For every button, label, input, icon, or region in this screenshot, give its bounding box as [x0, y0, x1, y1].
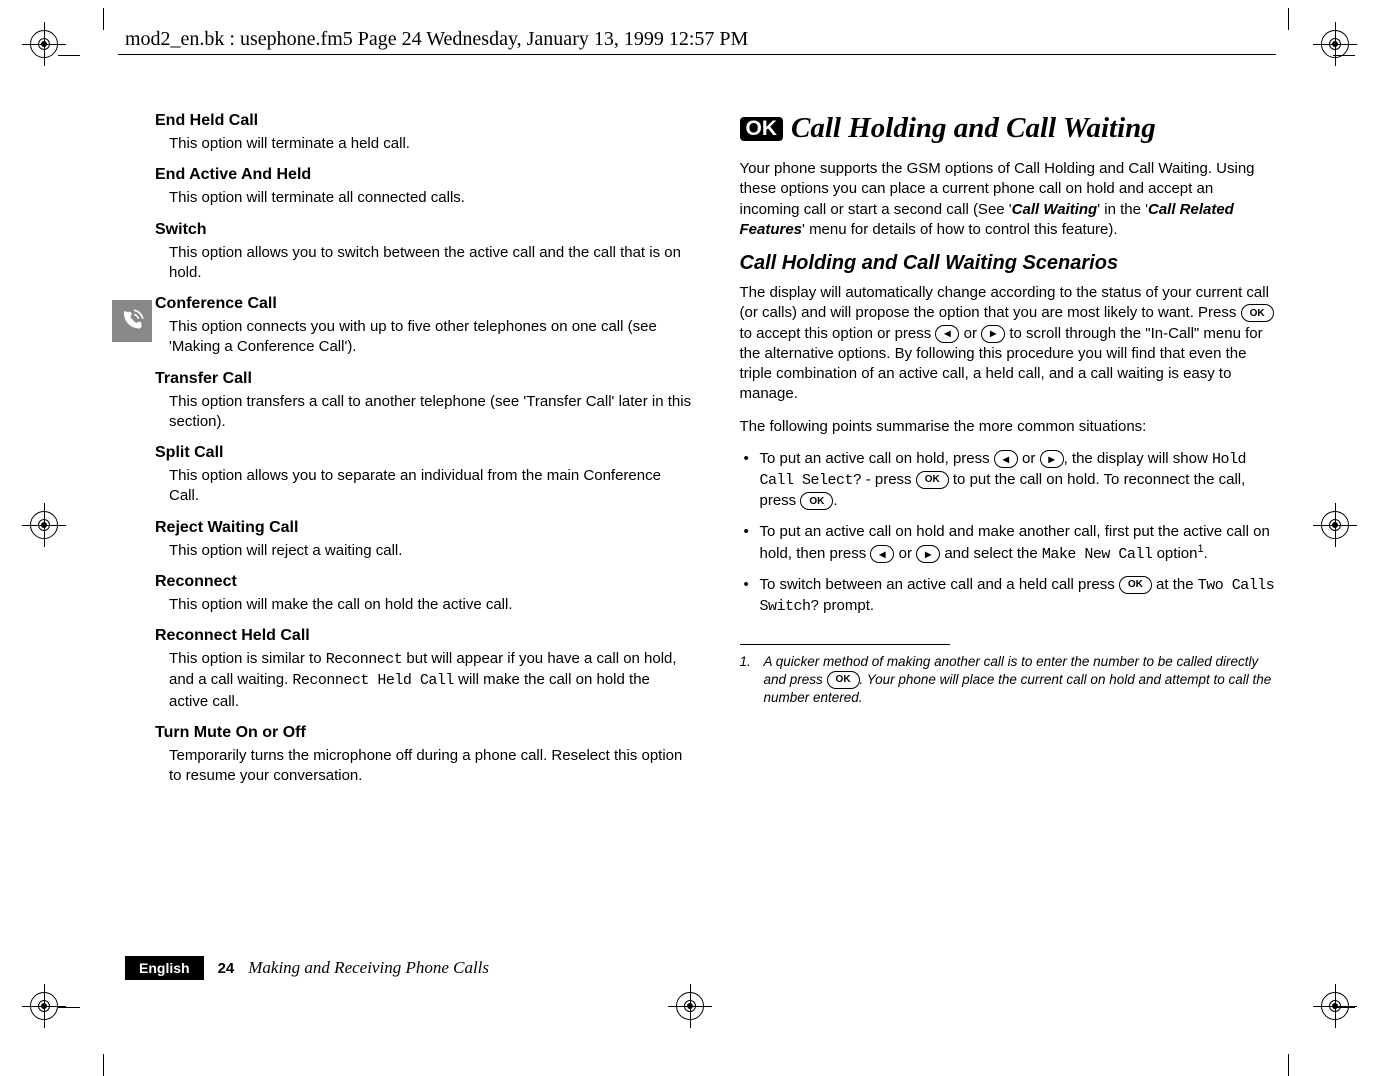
text-conference-call: This option connects you with up to five… [169, 317, 692, 358]
header-rule [118, 54, 1276, 55]
ok-key-icon: OK [800, 492, 833, 510]
ok-key-icon: OK [827, 671, 860, 689]
main-heading-text: Call Holding and Call Waiting [791, 112, 1156, 145]
text: . [833, 492, 837, 509]
footnote-number: 1. [740, 653, 751, 671]
bullet-2: To put an active call on hold and make a… [740, 522, 1277, 566]
text: and select the [940, 545, 1042, 562]
left-key-icon: ◂ [994, 450, 1018, 468]
text: to accept this option or press [740, 325, 936, 342]
crop-mark-bottom-left [30, 992, 70, 1032]
code-make-new-call: Make New Call [1042, 546, 1153, 563]
heading-switch: Switch [155, 221, 692, 239]
language-badge: English [125, 956, 204, 980]
text-reconnect-held: This option is similar to Reconnect but … [169, 649, 692, 712]
heading-end-active-held: End Active And Held [155, 166, 692, 184]
text: or [894, 545, 916, 562]
left-key-icon: ◂ [870, 545, 894, 563]
text-transfer-call: This option transfers a call to another … [169, 392, 692, 433]
ok-key-icon: OK [1119, 576, 1152, 594]
bullet-3: To switch between an active call and a h… [740, 575, 1277, 618]
text: or [959, 325, 981, 342]
text: To switch between an active call and a h… [760, 576, 1119, 593]
sub-heading-scenarios: Call Holding and Call Waiting Scenarios [740, 252, 1277, 275]
code-reconnect: Reconnect [326, 651, 403, 668]
summary-intro: The following points summarise the more … [740, 417, 1277, 437]
text: at the [1152, 576, 1198, 593]
footnote-separator [740, 644, 950, 645]
text: ' menu for details of how to control thi… [802, 221, 1118, 238]
right-key-icon: ▸ [1040, 450, 1064, 468]
heading-end-held-call: End Held Call [155, 112, 692, 130]
heading-conference-call: Conference Call [155, 295, 692, 313]
heading-turn-mute: Turn Mute On or Off [155, 724, 692, 742]
text-switch: This option allows you to switch between… [169, 243, 692, 284]
footnote-1: 1. A quicker method of making another ca… [740, 653, 1277, 708]
right-key-icon: ▸ [916, 545, 940, 563]
heading-transfer-call: Transfer Call [155, 370, 692, 388]
text-end-active-held: This option will terminate all connected… [169, 188, 692, 208]
crop-mark-bottom-mid [676, 992, 716, 1032]
footer-chapter-title: Making and Receiving Phone Calls [248, 958, 489, 978]
ok-badge-icon: OK [740, 117, 784, 141]
main-heading: OK Call Holding and Call Waiting [740, 112, 1277, 145]
crop-mark-top-left [30, 30, 70, 70]
text: The display will automatically change ac… [740, 284, 1269, 321]
bullet-1: To put an active call on hold, press ◂ o… [740, 449, 1277, 512]
text: This option is similar to [169, 650, 326, 667]
scenario-paragraph: The display will automatically change ac… [740, 283, 1277, 405]
text: option [1152, 545, 1197, 562]
page-number: 24 [218, 960, 235, 977]
phone-icon [112, 300, 152, 342]
ok-key-icon: OK [1241, 304, 1274, 322]
text: , the display will show [1064, 450, 1212, 467]
heading-reject-waiting: Reject Waiting Call [155, 519, 692, 537]
heading-reconnect: Reconnect [155, 573, 692, 591]
text: - press [862, 471, 916, 488]
intro-paragraph: Your phone supports the GSM options of C… [740, 159, 1277, 240]
heading-split-call: Split Call [155, 444, 692, 462]
left-column: End Held Call This option will terminate… [155, 112, 692, 962]
text: or [1018, 450, 1040, 467]
ok-key-icon: OK [916, 471, 949, 489]
crop-mark-bottom-right [1321, 992, 1361, 1032]
text: . [1204, 545, 1208, 562]
text: To put an active call on hold, press [760, 450, 994, 467]
crop-mark-mid-right [1321, 511, 1361, 551]
text-split-call: This option allows you to separate an in… [169, 466, 692, 507]
text-turn-mute: Temporarily turns the microphone off dur… [169, 746, 692, 787]
text-reject-waiting: This option will reject a waiting call. [169, 541, 692, 561]
crop-mark-mid-left [30, 511, 70, 551]
heading-reconnect-held: Reconnect Held Call [155, 627, 692, 645]
code-reconnect-held: Reconnect Held Call [292, 672, 454, 689]
right-key-icon: ▸ [981, 325, 1005, 343]
right-column: OK Call Holding and Call Waiting Your ph… [740, 112, 1277, 962]
page-footer: English 24 Making and Receiving Phone Ca… [125, 956, 489, 980]
text: ' in the ' [1097, 201, 1148, 218]
text-reconnect: This option will make the call on hold t… [169, 595, 692, 615]
crop-mark-top-right [1321, 30, 1361, 70]
page-header: mod2_en.bk : usephone.fm5 Page 24 Wednes… [125, 28, 748, 51]
text: prompt. [819, 597, 874, 614]
text-end-held-call: This option will terminate a held call. [169, 134, 692, 154]
ref-call-waiting: Call Waiting [1012, 201, 1098, 218]
left-key-icon: ◂ [935, 325, 959, 343]
